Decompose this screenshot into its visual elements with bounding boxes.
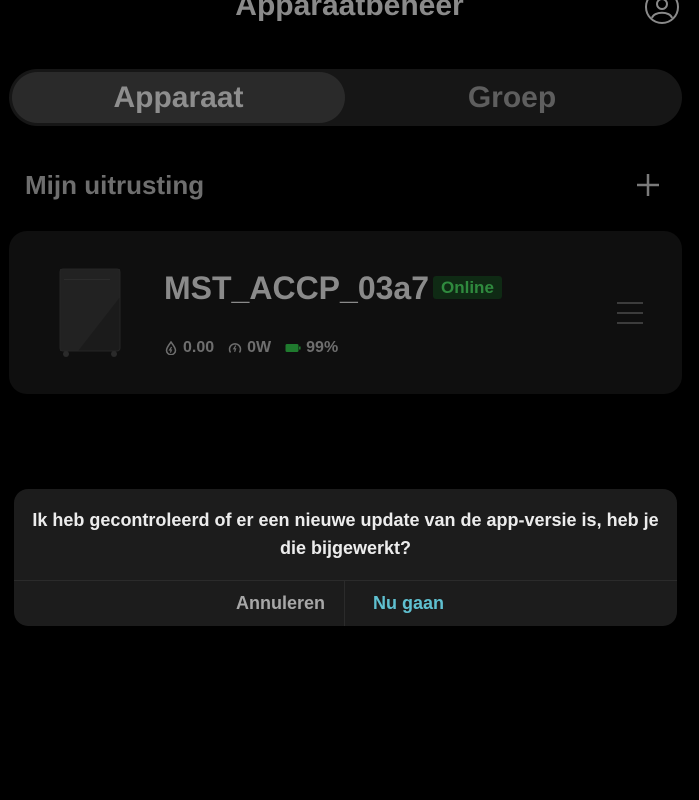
plus-icon[interactable] <box>633 170 663 200</box>
battery-stat: 99% <box>285 339 338 357</box>
device-stats: 0.00 0W 99% <box>164 337 352 359</box>
device-battery-unit-icon <box>56 267 126 359</box>
status-badge: Online <box>433 276 502 299</box>
device-card[interactable]: MST_ACCP_03a7 Online 0.00 0W 99% <box>9 231 682 394</box>
update-dialog: Ik heb gecontroleerd of er een nieuwe up… <box>14 489 677 626</box>
dialog-message: Ik heb gecontroleerd of er een nieuwe up… <box>32 510 659 558</box>
device-name: MST_ACCP_03a7 <box>164 270 429 306</box>
energy-value: 0.00 <box>183 339 215 356</box>
page-title: Apparaatbeheer <box>235 0 464 22</box>
confirm-button[interactable]: Nu gaan <box>345 581 677 626</box>
battery-icon <box>285 344 301 352</box>
power-value: 0W <box>247 339 272 356</box>
section-title: Mijn uitrusting <box>25 170 205 200</box>
cancel-button[interactable]: Annuleren <box>14 581 344 626</box>
tab-apparaat[interactable]: Apparaat <box>12 72 345 123</box>
power-stat: 0W <box>228 339 271 357</box>
tab-groep[interactable]: Groep <box>345 72 679 123</box>
menu-icon[interactable] <box>615 301 645 325</box>
segmented-control: Apparaat Groep <box>9 69 682 126</box>
energy-drop-icon <box>165 341 177 355</box>
battery-value: 99% <box>306 339 339 356</box>
power-gauge-icon <box>228 343 242 353</box>
energy-stat: 0.00 <box>164 339 214 357</box>
